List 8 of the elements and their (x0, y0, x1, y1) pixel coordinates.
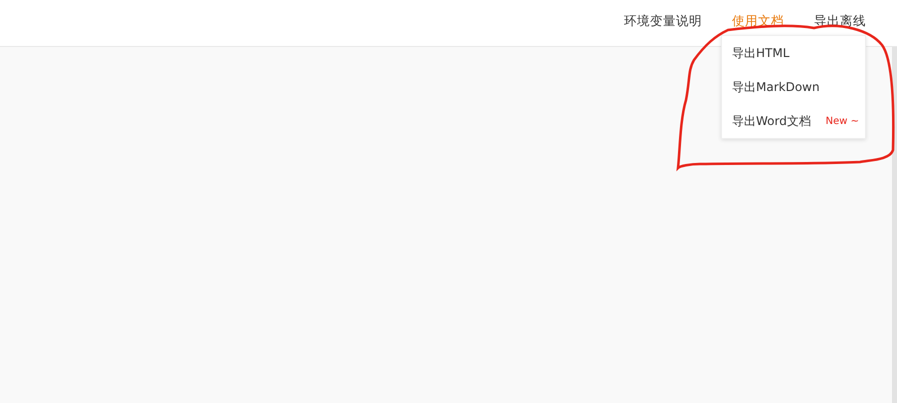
menu-item[interactable]: 导出HTML (722, 36, 865, 70)
menu-item[interactable]: 导出Word文档 New ~ (722, 104, 865, 138)
menu-item[interactable]: 导出MarkDown (722, 70, 865, 104)
menu-item-label: 导出MarkDown (732, 78, 820, 96)
menu-item-label: 导出Word文档 (732, 112, 811, 130)
new-label: New ~ (826, 116, 859, 126)
nav-link[interactable]: 环境变量说明 (624, 13, 702, 33)
menu-item-label: 导出HTML (732, 44, 790, 62)
